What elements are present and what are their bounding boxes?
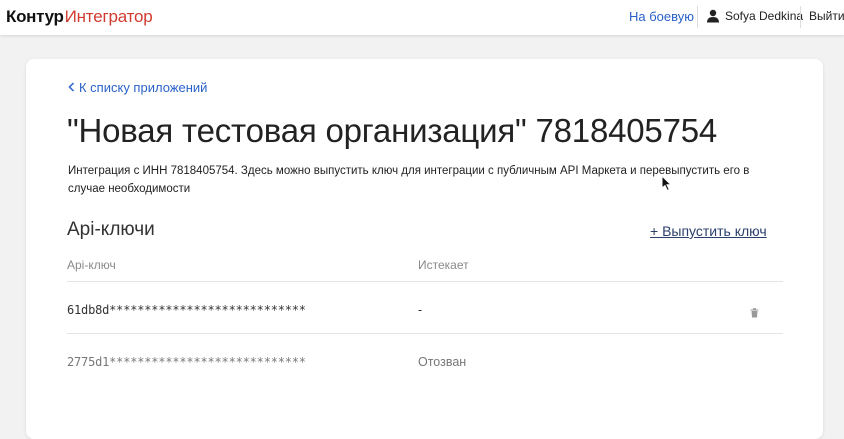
trash-icon bbox=[750, 308, 759, 318]
user-icon bbox=[707, 9, 719, 23]
api-key-value: 61db8d**************************** bbox=[67, 303, 306, 317]
divider bbox=[697, 6, 698, 28]
api-key-value: 2775d1**************************** bbox=[67, 355, 306, 369]
divider bbox=[800, 6, 801, 28]
issue-key-button[interactable]: + Выпустить ключ bbox=[650, 223, 767, 239]
user-name: Sofya Dedkina bbox=[725, 9, 804, 23]
column-header-expires: Истекает bbox=[418, 258, 469, 272]
section-title: Api-ключи bbox=[67, 219, 155, 240]
delete-key-button[interactable] bbox=[750, 305, 759, 323]
logo-brand: Контур bbox=[6, 7, 64, 26]
table-divider bbox=[67, 333, 783, 334]
logo-product: Интегратор bbox=[64, 7, 153, 26]
user-menu[interactable]: Sofya Dedkina bbox=[706, 9, 803, 23]
production-link[interactable]: На боевую bbox=[629, 9, 694, 24]
page-description: Интеграция с ИНН 7818405754. Здесь можно… bbox=[68, 165, 750, 195]
expires-value: Отозван bbox=[418, 355, 467, 369]
chevron-left-icon bbox=[68, 80, 75, 95]
top-navigation-bar: КонтурИнтегратор На боевую Sofya Dedkina… bbox=[0, 0, 844, 35]
expires-value: - bbox=[418, 303, 423, 317]
api-keys-card: К списку приложений "Новая тестовая орга… bbox=[26, 59, 823, 439]
mouse-cursor-icon bbox=[661, 175, 673, 192]
column-header-key: Api-ключ bbox=[67, 258, 116, 272]
back-link-label: К списку приложений bbox=[79, 80, 208, 95]
logout-button[interactable]: Выйти bbox=[809, 9, 844, 23]
page-title: "Новая тестовая организация" 7818405754 bbox=[67, 112, 718, 149]
back-to-apps-link[interactable]: К списку приложений bbox=[68, 80, 207, 95]
table-divider bbox=[67, 281, 783, 282]
logo[interactable]: КонтурИнтегратор bbox=[6, 7, 153, 27]
